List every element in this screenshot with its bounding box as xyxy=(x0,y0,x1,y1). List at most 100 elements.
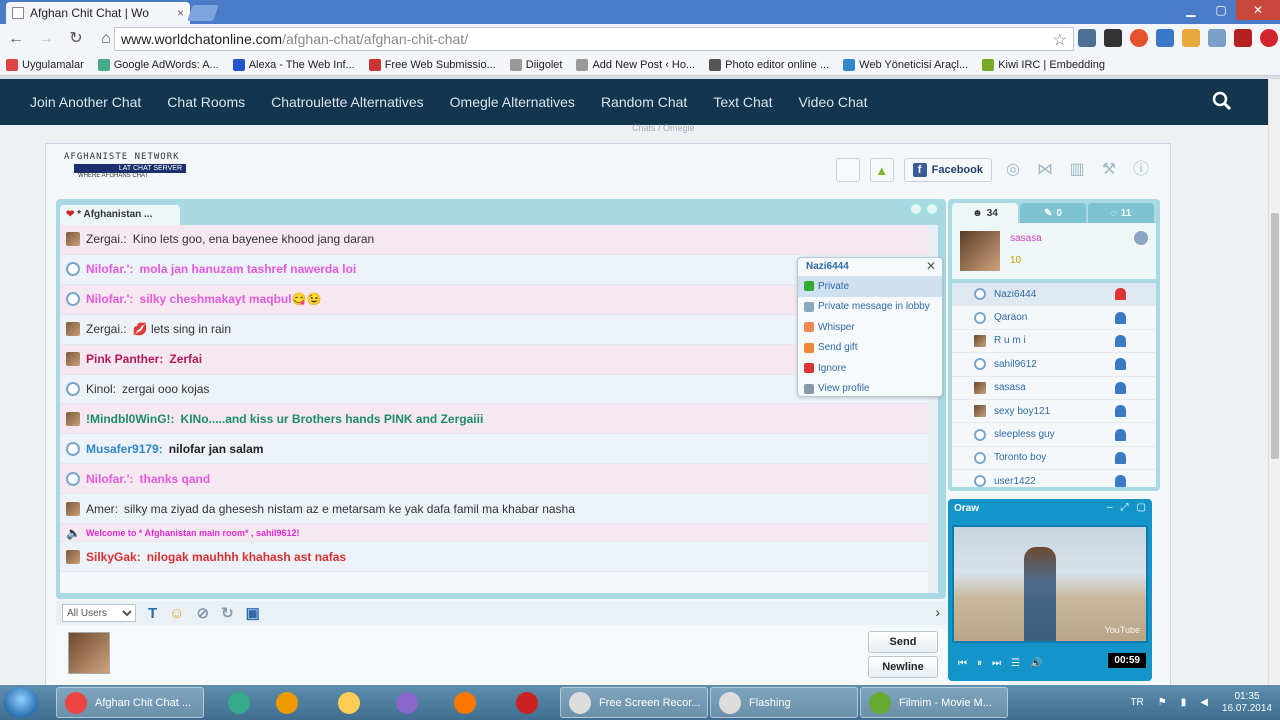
close-video-icon[interactable]: ▢ xyxy=(1137,502,1146,513)
extension-icon[interactable] xyxy=(1156,29,1174,47)
context-menu-item[interactable]: Private message in lobby xyxy=(798,297,942,318)
prev-icon[interactable]: ⏮ xyxy=(958,658,967,669)
wrench-icon[interactable]: ⚒ xyxy=(1098,159,1120,181)
network-icon[interactable]: ▮ xyxy=(1181,697,1187,708)
user-avatar[interactable] xyxy=(66,411,80,426)
pause-icon[interactable]: ⏸ xyxy=(977,658,982,669)
message-nick[interactable]: Nilofar.': xyxy=(86,262,134,276)
send-button[interactable]: Send xyxy=(868,631,938,653)
pinterest-icon[interactable] xyxy=(1260,29,1278,47)
refresh-icon[interactable]: ↻ xyxy=(221,604,234,622)
user-avatar[interactable] xyxy=(66,441,80,456)
bookmark-item[interactable]: Google AdWords: A... xyxy=(97,58,219,71)
bookmark-item[interactable]: Free Web Submissio... xyxy=(368,58,496,71)
back-arrow-icon[interactable]: ← xyxy=(6,29,26,49)
context-menu-item[interactable]: Send gift xyxy=(798,338,942,359)
extension-icon[interactable] xyxy=(1182,29,1200,47)
user-list-item[interactable]: user1422 xyxy=(952,470,1156,487)
maximize-icon[interactable]: ▢ xyxy=(1206,0,1236,20)
info-icon[interactable]: ⓘ xyxy=(1130,159,1152,181)
taskbar-button[interactable]: Flashing xyxy=(710,687,858,718)
search-icon[interactable] xyxy=(1212,91,1232,111)
scrollbar-thumb[interactable] xyxy=(1271,213,1279,459)
facebook-button[interactable]: f Facebook xyxy=(903,158,992,182)
room-tab[interactable]: ❤ * Afghanistan ... xyxy=(60,205,180,225)
nav-link[interactable]: Chat Rooms xyxy=(167,94,245,110)
recipient-select[interactable]: All Users xyxy=(62,604,136,622)
taskbar-button[interactable]: Free Screen Recor... xyxy=(560,687,708,718)
taskbar-button[interactable]: Afghan Chit Chat ... xyxy=(56,687,204,718)
playlist-icon[interactable]: ☰ xyxy=(1011,658,1020,669)
message-nick[interactable]: Nilofar.': xyxy=(86,292,134,306)
home-icon[interactable]: ⌂ xyxy=(96,29,116,49)
flag-icon[interactable]: ⚑ xyxy=(1158,697,1167,708)
extension-icon[interactable] xyxy=(1130,29,1148,47)
apple-icon[interactable] xyxy=(835,158,860,182)
user-avatar[interactable] xyxy=(66,262,80,277)
taskbar-button[interactable] xyxy=(508,687,548,718)
extension-icon[interactable] xyxy=(1104,29,1122,47)
message-nick[interactable]: !Mindbl0WinG!: xyxy=(86,412,175,426)
status-icon[interactable]: ⊘ xyxy=(197,604,210,622)
nav-link[interactable]: Random Chat xyxy=(601,94,687,110)
volume-icon[interactable]: 🔊 xyxy=(1030,658,1042,669)
chevron-right-icon[interactable]: › xyxy=(935,604,940,620)
user-list-item[interactable]: sasasa xyxy=(952,377,1156,400)
reload-icon[interactable]: ↻ xyxy=(66,29,86,49)
speaker-icon[interactable]: 🔈 xyxy=(66,526,81,540)
user-list-item[interactable]: Toronto boy xyxy=(952,447,1156,471)
tab-users[interactable]: ☻ 34 xyxy=(952,203,1018,223)
minimize-video-icon[interactable]: – xyxy=(1107,502,1113,513)
close-room-icon[interactable] xyxy=(926,203,938,215)
message-nick[interactable]: SilkyGak: xyxy=(86,550,141,564)
next-icon[interactable]: ⏭ xyxy=(992,658,1001,669)
message-nick[interactable]: Amer: xyxy=(86,502,118,516)
volume-icon[interactable]: ◀ xyxy=(1200,697,1208,708)
bookmark-item[interactable]: Uygulamalar xyxy=(6,58,84,71)
user-avatar[interactable] xyxy=(66,292,80,307)
user-avatar[interactable] xyxy=(66,501,80,516)
user-list-item[interactable]: sexy boy121 xyxy=(952,400,1156,424)
taskbar-button[interactable] xyxy=(268,687,308,718)
context-menu-item[interactable]: View profile xyxy=(798,379,942,400)
trash-icon[interactable]: ▥ xyxy=(1066,159,1088,181)
nav-link[interactable]: Join Another Chat xyxy=(30,94,141,110)
nav-link[interactable]: Video Chat xyxy=(798,94,867,110)
context-menu-item[interactable]: Ignore xyxy=(798,358,942,379)
browser-tab[interactable]: Afghan Chit Chat | Wo × xyxy=(6,2,190,24)
message-nick[interactable]: Nilofar.': xyxy=(86,472,134,486)
taskbar-button[interactable] xyxy=(330,687,370,718)
bookmark-item[interactable]: Add New Post ‹ Ho... xyxy=(576,58,695,71)
user-avatar[interactable] xyxy=(66,352,80,367)
message-nick[interactable]: Pink Panther: xyxy=(86,352,163,366)
user-list-item[interactable]: Qaraon xyxy=(952,306,1156,330)
tab-rooms[interactable]: ✎ 0 xyxy=(1020,203,1086,223)
taskbar-button[interactable] xyxy=(220,687,260,718)
message-nick[interactable]: Zergai.: xyxy=(86,322,127,336)
taskbar-button[interactable]: Filmim - Movie M... xyxy=(860,687,1008,718)
bookmark-item[interactable]: Diigolet xyxy=(509,58,562,71)
settings-icon[interactable] xyxy=(1134,231,1148,245)
new-tab-button[interactable] xyxy=(187,5,219,21)
nav-link[interactable]: Omegle Alternatives xyxy=(450,94,575,110)
start-button[interactable] xyxy=(4,687,38,718)
bookmark-item[interactable]: Photo editor online ... xyxy=(709,58,829,71)
close-icon[interactable]: ✕ xyxy=(926,259,936,273)
close-window-icon[interactable]: ✕ xyxy=(1236,0,1280,20)
expand-video-icon[interactable]: ⤢ xyxy=(1121,502,1129,513)
message-nick[interactable]: Zergai.: xyxy=(86,232,127,246)
extension-icon[interactable] xyxy=(1234,29,1252,47)
user-avatar[interactable] xyxy=(66,381,80,396)
taskbar-button[interactable] xyxy=(388,687,428,718)
context-menu-item[interactable]: Whisper xyxy=(798,317,942,338)
emoticon-icon[interactable]: ☺ xyxy=(169,605,184,622)
gift-icon[interactable]: ⋈ xyxy=(1034,159,1056,181)
user-list-item[interactable]: sahil9612 xyxy=(952,353,1156,377)
context-menu-item[interactable]: Private xyxy=(798,276,942,297)
message-nick[interactable]: Musafer9179: xyxy=(86,442,163,456)
tab-messages[interactable]: ◌ 11 xyxy=(1088,203,1154,223)
video-screen[interactable]: YouTube xyxy=(952,525,1148,643)
newline-button[interactable]: Newline xyxy=(868,656,938,678)
extension-icon[interactable] xyxy=(1208,29,1226,47)
close-tab-icon[interactable]: × xyxy=(177,6,184,20)
